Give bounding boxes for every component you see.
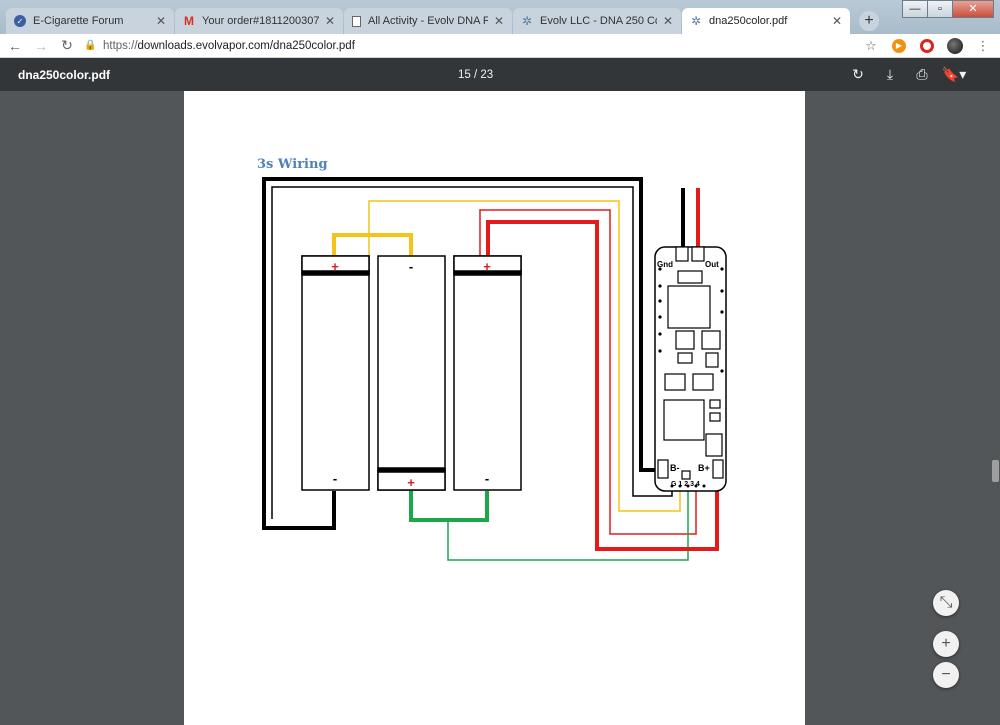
pdf-actions: ↻ ⤓ ⎙ 🔖▾ [842,66,970,83]
document-icon [352,15,361,27]
cell-1-top-sign: + [331,259,339,274]
bookmark-icon[interactable]: 🔖▾ [938,66,970,83]
address-bar[interactable]: 🔒 https:// downloads.evolvapor.com/dna25… [84,36,860,56]
forum-icon: ✓ [14,15,26,27]
tab-close-icon[interactable]: ✕ [494,14,504,28]
download-icon[interactable]: ⤓ [874,66,906,83]
cell-2-top-sign: - [409,259,413,274]
scrollbar[interactable] [991,91,1000,725]
zoom-out-button[interactable]: − [933,662,959,688]
wiring-diagram: + - - + + - Gnd Out B- B+ G 1 2 3 4 [262,177,727,561]
rotate-icon[interactable]: ↻ [842,66,874,83]
board-label-b-plus: B+ [698,463,710,473]
cell-3-top-sign: + [483,259,491,274]
tab-title: Evolv LLC - DNA 250 Color [540,15,657,27]
pdf-filename: dna250color.pdf [18,67,111,82]
print-icon[interactable]: ⎙ [906,66,938,83]
board-label-gnd: Gnd [657,260,673,269]
tab-title: All Activity - Evolv DNA Forum [368,15,488,27]
profile-avatar[interactable] [944,37,966,55]
battery-cell-3 [453,255,522,491]
window-controls: — ▫ ✕ [902,0,994,18]
board-label-b-minus: B- [670,463,680,473]
tab-title: E-Cigarette Forum [33,15,124,27]
tab-evolv-dna250[interactable]: ✲ Evolv LLC - DNA 250 Color ✕ [513,8,681,34]
tab-close-icon[interactable]: ✕ [325,14,335,28]
cell-1-bottom-sign: - [333,471,337,486]
gmail-icon: M [184,14,194,28]
cell-3-bottom-sign: - [485,471,489,486]
maximize-button[interactable]: ▫ [927,0,953,18]
url-text: downloads.evolvapor.com/dna250color.pdf [137,39,355,52]
tab-close-icon[interactable]: ✕ [156,14,166,28]
battery-cell-1 [301,255,370,491]
tab-ecig-forum[interactable]: ✓ E-Cigarette Forum ✕ [6,8,174,34]
browser-toolbar: ← → ↻ 🔒 https:// downloads.evolvapor.com… [0,34,1000,58]
extension-play-icon[interactable]: ▶ [888,37,910,55]
pdf-toolbar: dna250color.pdf 15 / 23 ↻ ⤓ ⎙ 🔖▾ [0,58,1000,91]
page-indicator: 15 / 23 [458,68,494,81]
board-label-balance: G 1 2 3 4 [671,481,700,488]
wire-link-green [409,491,489,522]
reload-icon[interactable]: ↻ [56,37,78,54]
fit-page-button[interactable]: ⤡ [933,590,959,616]
back-arrow-icon[interactable]: ← [4,38,26,54]
scrollbar-thumb[interactable] [992,460,999,482]
extension-opera-icon[interactable] [916,37,938,55]
forward-arrow-icon[interactable]: → [30,38,52,54]
new-tab-button[interactable]: + [859,11,879,31]
tab-evolv-forum[interactable]: All Activity - Evolv DNA Forum ✕ [344,8,512,34]
board-label-out: Out [705,260,719,269]
tab-close-icon[interactable]: ✕ [832,14,842,28]
wire-link-yellow [332,233,413,256]
evolv-icon: ✲ [521,14,533,28]
tab-title: dna250color.pdf [709,15,788,27]
url-protocol: https:// [103,39,138,52]
tab-gmail-order[interactable]: M Your order#18112003075173 has ✕ [175,8,343,34]
tab-title: Your order#18112003075173 has [202,15,319,27]
battery-cell-2 [377,255,446,491]
pdf-page: 3s Wiring + - - + + - Gnd Out B- B+ G 1 … [184,91,805,725]
tab-strip: ✓ E-Cigarette Forum ✕ M Your order#18112… [6,8,879,34]
bookmark-star-icon[interactable]: ☆ [860,37,882,55]
lock-icon: 🔒 [84,40,97,51]
dna250-board [654,246,727,492]
menu-dots-icon[interactable]: ⋮ [972,37,994,55]
tab-close-icon[interactable]: ✕ [663,14,673,28]
cell-2-bottom-sign: + [407,475,415,490]
zoom-in-button[interactable]: + [933,631,959,657]
tab-pdf-active[interactable]: ✲ dna250color.pdf ✕ [682,8,850,34]
minimize-button[interactable]: — [902,0,928,18]
evolv-icon: ✲ [690,14,702,28]
close-window-button[interactable]: ✕ [952,0,994,18]
